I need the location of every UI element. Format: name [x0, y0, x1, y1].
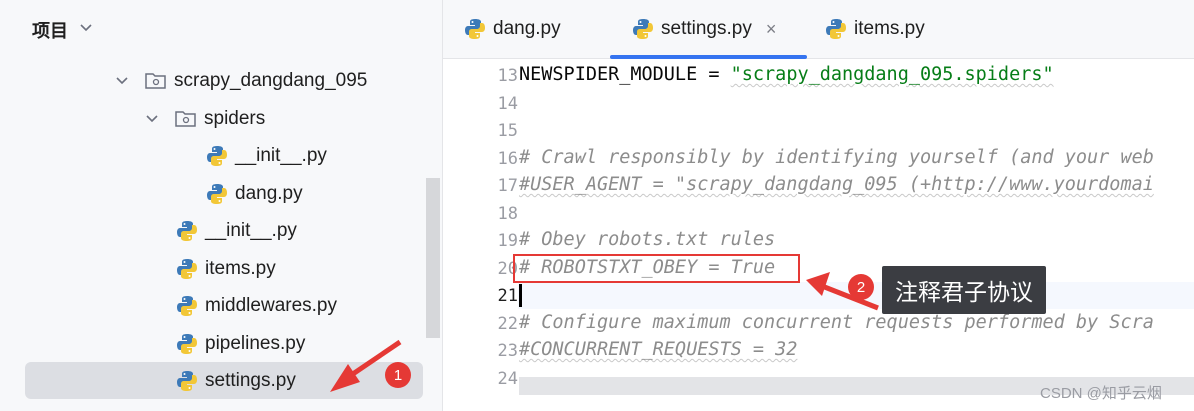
step-badge-2: 2	[848, 274, 874, 300]
annotation-tooltip: 注释君子协议	[882, 266, 1046, 314]
watermark: CSDN @知乎云烟	[1040, 385, 1162, 402]
step-badge-1: 1	[385, 362, 411, 388]
annotation-arrows	[330, 272, 879, 392]
